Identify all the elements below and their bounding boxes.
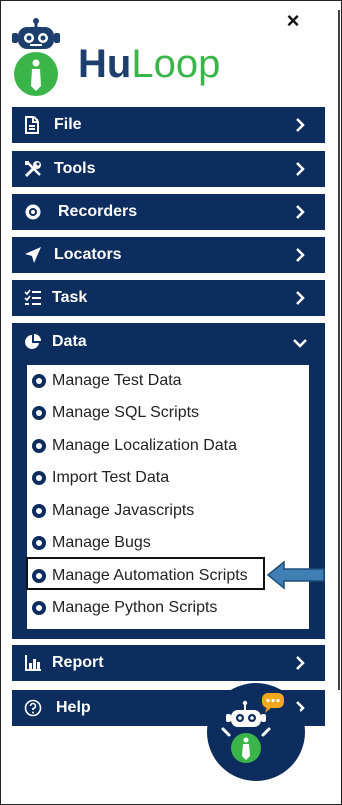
menu-item-file[interactable]: File — [12, 107, 325, 143]
menu-item-tools[interactable]: Tools — [12, 151, 325, 187]
chevron-down-icon — [293, 339, 307, 348]
submenu-label: Manage Javascripts — [52, 502, 195, 519]
file-icon — [24, 116, 42, 134]
menu-label-recorders: Recorders — [58, 203, 138, 220]
close-button[interactable]: × — [283, 10, 303, 32]
chevron-right-icon — [296, 291, 305, 305]
submenu-label: Manage Localization Data — [52, 437, 238, 454]
menu-item-task[interactable]: Task — [12, 280, 325, 316]
chevron-right-icon — [296, 162, 305, 176]
scrollbar[interactable] — [338, 10, 340, 690]
submenu-item[interactable]: Manage Python Scripts — [27, 593, 309, 623]
bullet-icon — [32, 536, 46, 550]
pie-chart-icon — [24, 333, 42, 351]
bullet-icon — [32, 504, 46, 518]
chevron-right-icon — [296, 118, 305, 132]
data-section: Data Manage Test Data Manage SQL Scripts… — [12, 323, 325, 639]
help-circle-icon — [24, 699, 42, 717]
menu-label-data: Data — [52, 333, 87, 350]
submenu-item[interactable]: Manage Test Data — [27, 366, 309, 396]
tools-icon — [24, 160, 42, 178]
bullet-icon — [32, 374, 46, 388]
huloop-logo: HuLoop — [10, 18, 240, 98]
pointer-arrow-icon — [266, 560, 325, 590]
submenu-label: Manage Bugs — [52, 534, 151, 551]
submenu-item[interactable]: Manage Javascripts — [27, 496, 309, 526]
menu-item-data[interactable]: Data — [12, 323, 325, 361]
brand-loop: Loop — [131, 42, 221, 86]
submenu-item[interactable]: Manage SQL Scripts — [27, 398, 309, 428]
submenu-item[interactable]: Import Test Data — [27, 463, 309, 493]
menu-label-tools: Tools — [54, 160, 96, 177]
submenu-label: Manage SQL Scripts — [52, 404, 200, 421]
record-icon — [24, 203, 42, 221]
menu-item-report[interactable]: Report — [12, 645, 325, 681]
menu-item-recorders[interactable]: Recorders — [12, 194, 325, 230]
bullet-icon — [32, 406, 46, 420]
submenu-item[interactable]: Manage Localization Data — [27, 431, 309, 461]
submenu-label: Import Test Data — [52, 469, 170, 486]
brand-name: HuLoop — [78, 42, 220, 87]
submenu-item[interactable]: Manage Bugs — [27, 528, 309, 558]
submenu-label: Manage Test Data — [52, 372, 182, 389]
menu-label-help: Help — [56, 699, 91, 716]
menu-item-locators[interactable]: Locators — [12, 237, 325, 273]
chatbot-robot-icon — [221, 693, 284, 763]
report-icon — [24, 654, 42, 672]
locator-arrow-icon — [24, 246, 42, 264]
menu-label-locators: Locators — [54, 246, 122, 263]
chevron-right-icon — [296, 205, 305, 219]
robot-logo-icon — [12, 18, 60, 96]
brand-hu: Hu — [78, 42, 132, 86]
menu-label-task: Task — [52, 289, 88, 306]
submenu-label: Manage Python Scripts — [52, 599, 218, 616]
chevron-right-icon — [296, 656, 305, 670]
bullet-icon — [32, 471, 46, 485]
menu-label-file: File — [54, 116, 82, 133]
task-list-icon — [24, 289, 42, 307]
chatbot-button[interactable] — [207, 683, 305, 781]
highlight-box — [26, 557, 265, 590]
chevron-right-icon — [296, 248, 305, 262]
bullet-icon — [32, 601, 46, 615]
bullet-icon — [32, 439, 46, 453]
menu-label-report: Report — [52, 654, 104, 671]
